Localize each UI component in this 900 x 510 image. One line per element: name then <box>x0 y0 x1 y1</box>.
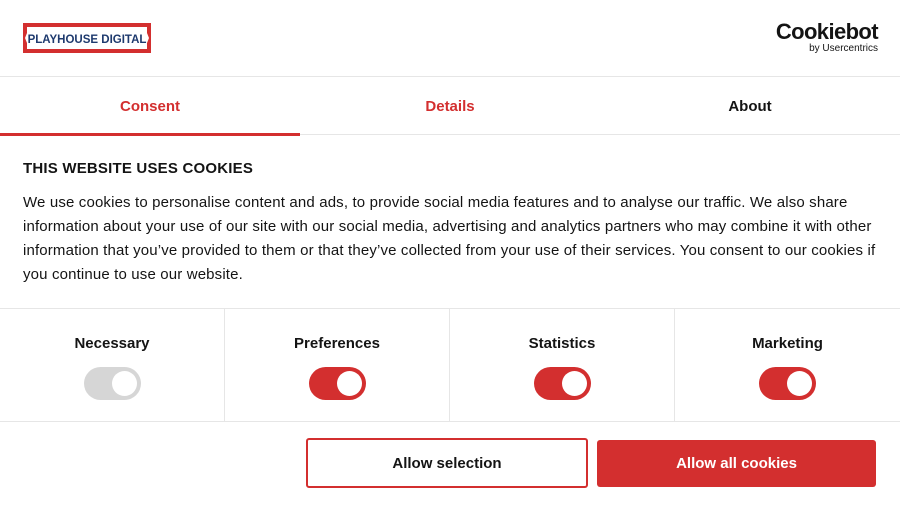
category-label: Necessary <box>74 335 150 352</box>
tab-bar: Consent Details About <box>0 77 900 136</box>
category-marketing: Marketing <box>675 309 900 422</box>
consent-description: We use cookies to personalise content an… <box>23 194 876 283</box>
cookiebot-wordmark: Cookiebot <box>775 19 879 44</box>
category-preferences: Preferences <box>225 309 450 422</box>
category-label: Statistics <box>528 335 596 352</box>
toggle-knob <box>562 371 587 396</box>
category-necessary: Necessary <box>0 309 225 422</box>
statistics-toggle[interactable] <box>534 367 591 400</box>
cookie-categories: Necessary Preferences Statistics Marketi… <box>0 308 900 422</box>
toggle-knob <box>787 371 812 396</box>
tab-consent[interactable]: Consent <box>0 77 300 136</box>
preferences-toggle[interactable] <box>309 367 366 400</box>
cookiebot-brand[interactable]: Cookiebot by Usercentrics <box>775 19 879 55</box>
logo-text: PLAYHOUSE DIGITAL <box>28 34 147 46</box>
category-label: Preferences <box>294 335 380 352</box>
toggle-knob <box>337 371 362 396</box>
toggle-knob <box>112 371 137 396</box>
category-statistics: Statistics <box>450 309 675 422</box>
necessary-toggle <box>84 367 141 400</box>
consent-title: THIS WEBSITE USES COOKIES <box>23 160 254 177</box>
tab-details[interactable]: Details <box>300 77 600 135</box>
dialog-header: PLAYHOUSE DIGITAL Cookiebot by Usercentr… <box>0 0 900 77</box>
category-label: Marketing <box>752 335 823 352</box>
allow-all-cookies-button[interactable]: Allow all cookies <box>597 440 876 487</box>
marketing-toggle[interactable] <box>759 367 816 400</box>
consent-body: THIS WEBSITE USES COOKIES We use cookies… <box>23 160 883 287</box>
allow-selection-button[interactable]: Allow selection <box>306 438 588 488</box>
tab-about[interactable]: About <box>600 77 900 135</box>
cookiebot-byline: by Usercentrics <box>809 43 878 54</box>
playhouse-digital-logo[interactable]: PLAYHOUSE DIGITAL <box>23 23 151 53</box>
